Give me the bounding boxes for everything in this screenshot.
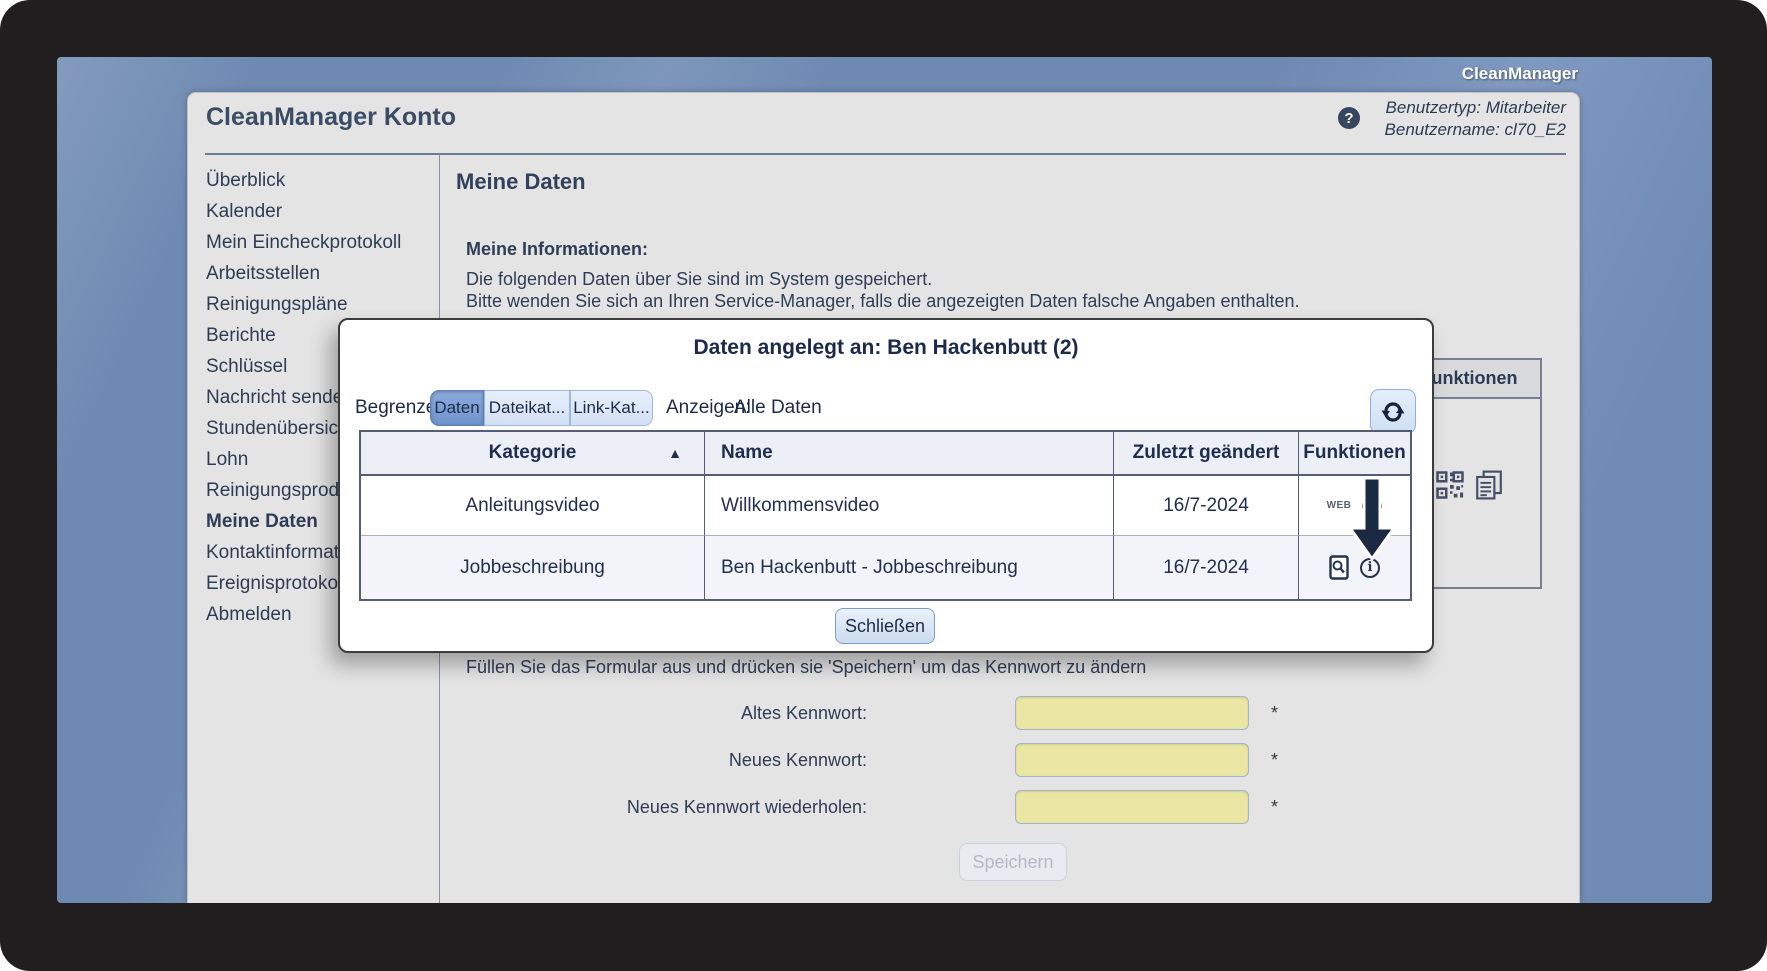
- info-icon[interactable]: i: [1360, 558, 1380, 578]
- tab-linkkategorien[interactable]: Link-Kat...: [570, 390, 653, 426]
- sidebar-item-kalender[interactable]: Kalender: [206, 196, 438, 227]
- info-icon[interactable]: i: [1362, 496, 1382, 516]
- help-icon[interactable]: ?: [1338, 107, 1360, 129]
- cell-funktionen: i: [1299, 536, 1410, 599]
- password-row-new: Neues Kennwort: *: [466, 743, 1278, 777]
- old-password-input[interactable]: [1015, 696, 1249, 730]
- cell-changed: 16/7-2024: [1114, 476, 1299, 536]
- column-header-name[interactable]: Name: [705, 432, 1114, 476]
- cell-kategorie: Anleitungsvideo: [361, 476, 705, 536]
- column-header-kategorie[interactable]: Kategorie ▲: [361, 432, 705, 476]
- web-link-icon[interactable]: WEB: [1327, 500, 1352, 511]
- refresh-button[interactable]: [1370, 389, 1416, 434]
- header-divider: [205, 153, 1566, 155]
- tab-daten[interactable]: Daten: [430, 390, 484, 426]
- sidebar-item-reinigungsplaene[interactable]: Reinigungspläne: [206, 289, 438, 320]
- cell-kategorie: Jobbeschreibung: [361, 536, 705, 599]
- password-instruction: Füllen Sie das Formular aus und drücken …: [466, 657, 1146, 678]
- user-info: Benutzertyp: Mitarbeiter Benutzername: c…: [1385, 97, 1566, 141]
- password-row-repeat: Neues Kennwort wiederholen: *: [466, 790, 1278, 824]
- show-value[interactable]: Alle Daten: [734, 390, 822, 426]
- sidebar-item-ueberblick[interactable]: Überblick: [206, 165, 438, 196]
- new-password-input[interactable]: [1015, 743, 1249, 777]
- sort-asc-icon[interactable]: ▲: [668, 445, 682, 461]
- preview-document-icon[interactable]: [1329, 555, 1349, 580]
- content-title: Meine Daten: [456, 169, 586, 195]
- cell-name: Willkommensvideo: [705, 476, 1114, 536]
- info-line-2: Bitte wenden Sie sich an Ihren Service-M…: [466, 291, 1300, 312]
- brand-logo-text: CleanManager: [1462, 64, 1578, 84]
- old-password-label: Altes Kennwort:: [466, 703, 867, 724]
- page-title: CleanManager Konto: [206, 103, 456, 132]
- cell-funktionen: WEB i: [1299, 476, 1410, 536]
- tab-dateikategorien[interactable]: Dateikat...: [484, 390, 570, 426]
- dialog-table: Kategorie ▲ Name Zuletzt geändert Funkti…: [359, 430, 1412, 601]
- screenshot-canvas: CleanManager CleanManager Konto ? Benutz…: [0, 0, 1767, 971]
- cell-changed: 16/7-2024: [1114, 536, 1299, 599]
- new-password-label: Neues Kennwort:: [466, 750, 867, 771]
- sidebar-item-eincheckprotokoll[interactable]: Mein Eincheckprotokoll: [206, 227, 438, 258]
- user-type-label: Benutzertyp: Mitarbeiter: [1385, 97, 1566, 119]
- dialog-title: Daten angelegt an: Ben Hackenbutt (2): [340, 336, 1432, 360]
- user-name-label: Benutzername: cl70_E2: [1385, 119, 1566, 141]
- browser-viewport: CleanManager CleanManager Konto ? Benutz…: [57, 57, 1712, 903]
- password-row-old: Altes Kennwort: *: [466, 696, 1278, 730]
- required-marker: *: [1271, 703, 1278, 724]
- repeat-password-label: Neues Kennwort wiederholen:: [466, 797, 867, 818]
- required-marker: *: [1271, 750, 1278, 771]
- cell-name: Ben Hackenbutt - Jobbeschreibung: [705, 536, 1114, 599]
- close-button[interactable]: Schließen: [835, 608, 935, 644]
- refresh-icon: [1381, 400, 1405, 424]
- kategorie-header-label: Kategorie: [489, 442, 577, 464]
- repeat-password-input[interactable]: [1015, 790, 1249, 824]
- sidebar-item-arbeitsstellen[interactable]: Arbeitsstellen: [206, 258, 438, 289]
- device-frame: CleanManager CleanManager Konto ? Benutz…: [0, 0, 1767, 971]
- table-row: Anleitungsvideo Willkommensvideo 16/7-20…: [361, 476, 1410, 536]
- column-header-funktionen: Funktionen: [1299, 432, 1410, 476]
- column-header-zuletzt-geaendert[interactable]: Zuletzt geändert: [1114, 432, 1299, 476]
- info-heading: Meine Informationen:: [466, 239, 648, 260]
- table-header-row: Kategorie ▲ Name Zuletzt geändert Funkti…: [361, 432, 1410, 476]
- table-row: Jobbeschreibung Ben Hackenbutt - Jobbesc…: [361, 536, 1410, 599]
- qr-code-icon[interactable]: [1435, 470, 1465, 500]
- data-dialog: Daten angelegt an: Ben Hackenbutt (2) Be…: [338, 318, 1434, 653]
- required-marker: *: [1271, 797, 1278, 818]
- save-button[interactable]: Speichern: [959, 843, 1067, 881]
- copy-documents-icon[interactable]: [1475, 470, 1503, 500]
- filter-tab-group: Daten Dateikat... Link-Kat...: [430, 390, 653, 426]
- info-line-1: Die folgenden Daten über Sie sind im Sys…: [466, 269, 932, 290]
